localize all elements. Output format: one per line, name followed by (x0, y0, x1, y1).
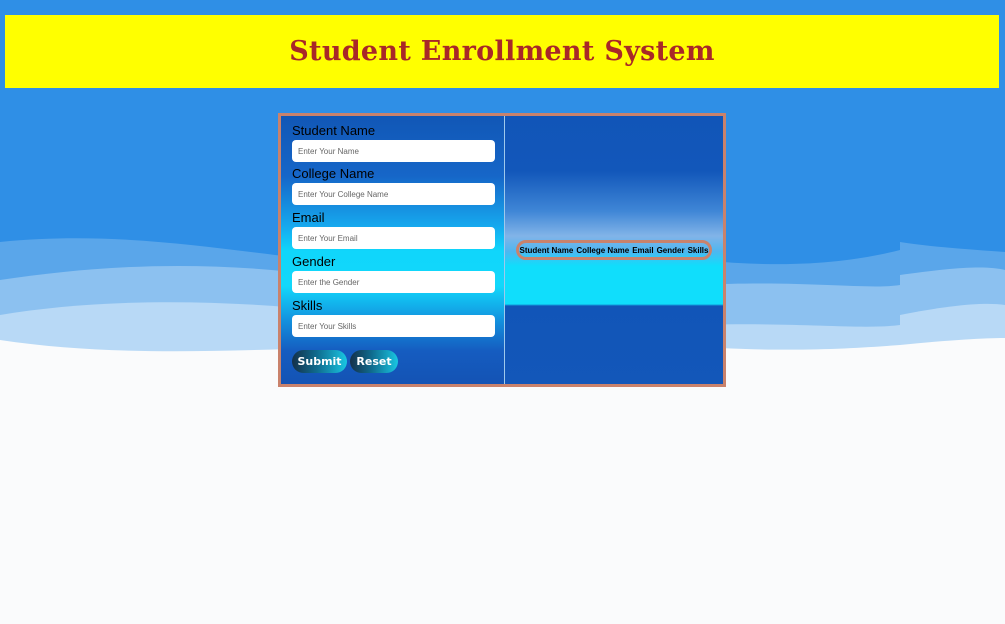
enrollment-form: Student Name College Name Email Gender S… (281, 116, 505, 384)
student-name-label: Student Name (292, 123, 376, 138)
gender-label: Gender (292, 254, 336, 269)
email-input[interactable] (292, 227, 495, 249)
output-column-student-name: Student Name (519, 245, 574, 255)
enrollment-card: Student Name College Name Email Gender S… (278, 113, 726, 387)
reset-button[interactable]: Reset (350, 350, 398, 373)
email-label: Email (292, 210, 325, 225)
output-header-row: Student Name College Name Email Gender S… (516, 240, 712, 260)
skills-input[interactable] (292, 315, 495, 337)
page-title: Student Enrollment System (289, 36, 715, 67)
submit-button[interactable]: Submit (292, 350, 347, 373)
gender-input[interactable] (292, 271, 495, 293)
header-banner: Student Enrollment System (5, 15, 999, 88)
college-name-input[interactable] (292, 183, 495, 205)
output-column-skills: Skills (687, 245, 709, 255)
skills-label: Skills (292, 298, 323, 313)
output-pane: Student Name College Name Email Gender S… (505, 116, 723, 384)
student-name-input[interactable] (292, 140, 495, 162)
college-name-label: College Name (292, 166, 375, 181)
output-column-email: Email (632, 245, 654, 255)
output-column-gender: Gender (656, 245, 685, 255)
output-column-college-name: College Name (576, 245, 630, 255)
